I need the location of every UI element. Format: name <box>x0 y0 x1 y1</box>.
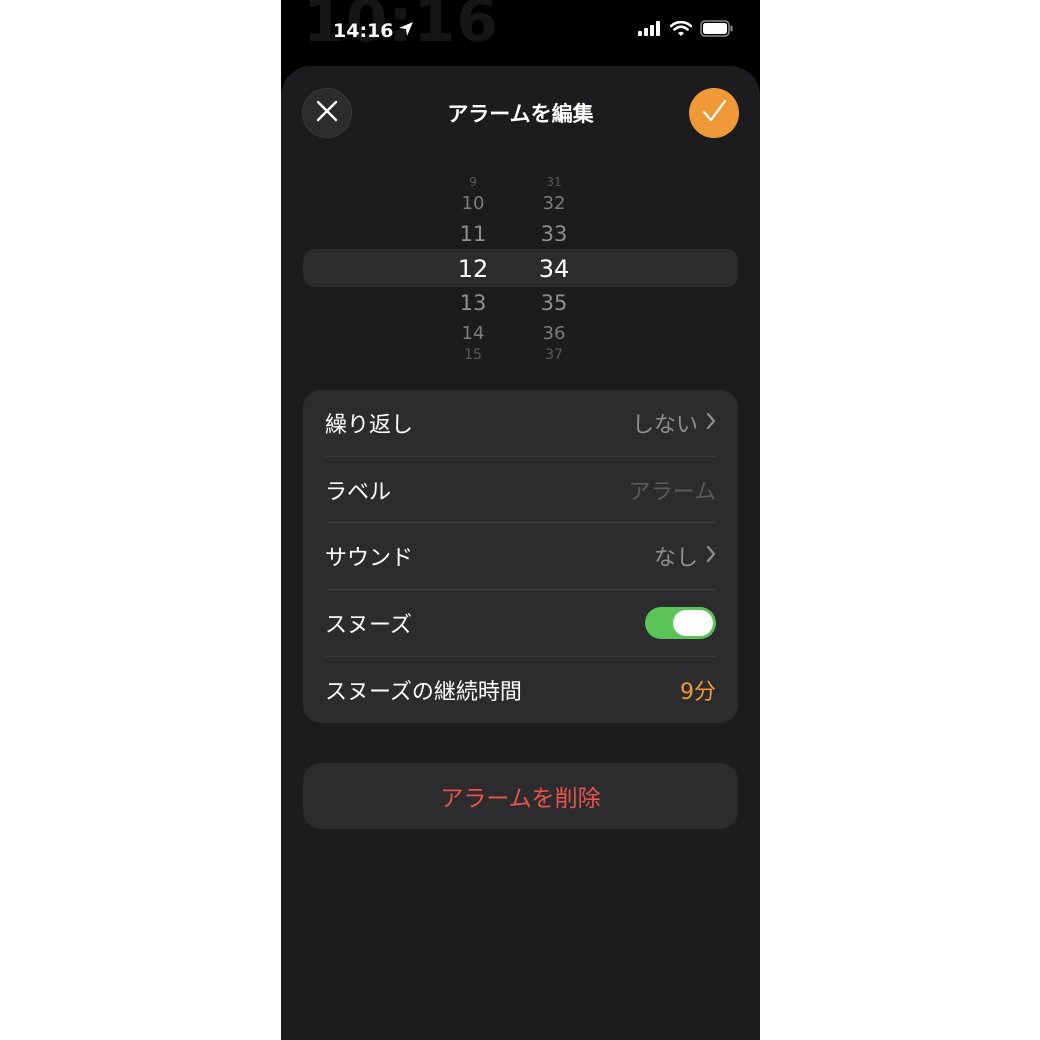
checkmark-icon <box>700 97 728 129</box>
toggle-knob <box>673 610 713 636</box>
label-label: ラベル <box>325 480 392 505</box>
sound-value-container: なし <box>654 540 716 572</box>
hour-option[interactable]: 15 <box>443 348 503 362</box>
minute-option[interactable]: 37 <box>524 348 584 362</box>
sound-value: なし <box>653 546 698 571</box>
alarm-settings-group: 繰り返し しない ラベル アラーム サウンド なし スヌーズ スヌーズの継続時間… <box>303 390 738 723</box>
sound-row[interactable]: サウンド なし <box>303 523 738 589</box>
snooze-duration-label: スヌーズの継続時間 <box>325 680 522 705</box>
snooze-toggle[interactable] <box>645 607 716 639</box>
sound-label: サウンド <box>325 546 414 571</box>
chevron-right-icon <box>706 544 716 569</box>
status-time: 14:16 <box>333 20 414 42</box>
minute-option[interactable]: 33 <box>524 224 584 245</box>
minute-option[interactable]: 31 <box>524 176 584 188</box>
hour-option[interactable]: 9 <box>443 176 503 188</box>
label-field[interactable]: アラーム <box>629 474 716 506</box>
selected-hour[interactable]: 12 <box>443 257 503 281</box>
minute-option[interactable]: 35 <box>524 293 584 314</box>
picker-selection-band <box>303 249 738 287</box>
minute-option[interactable]: 36 <box>524 325 584 343</box>
status-icons <box>638 20 734 41</box>
repeat-value: しない <box>631 413 698 438</box>
snooze-duration-row[interactable]: スヌーズの継続時間 9分 <box>303 657 738 723</box>
wifi-icon <box>669 20 693 41</box>
location-arrow-icon <box>398 20 414 42</box>
hour-option[interactable]: 10 <box>443 195 503 213</box>
chevron-right-icon <box>706 411 716 436</box>
phone-screen: 10:16 14:16 アラームを編集 9 10 11 12 13 14 15 … <box>281 0 760 1040</box>
label-row[interactable]: ラベル アラーム <box>303 457 738 523</box>
hour-option[interactable]: 14 <box>443 325 503 343</box>
snooze-label: スヌーズ <box>325 613 412 638</box>
hour-option[interactable]: 11 <box>443 224 503 245</box>
selected-minute[interactable]: 34 <box>524 257 584 281</box>
status-time-text: 14:16 <box>333 20 394 42</box>
battery-icon <box>700 20 734 41</box>
repeat-row[interactable]: 繰り返し しない <box>303 390 738 456</box>
cellular-signal-icon <box>638 21 662 40</box>
snooze-row: スヌーズ <box>303 590 738 656</box>
repeat-value-container: しない <box>632 407 716 439</box>
snooze-duration-value: 9分 <box>680 680 716 705</box>
repeat-label: 繰り返し <box>325 413 414 438</box>
minute-option[interactable]: 32 <box>524 195 584 213</box>
edit-alarm-sheet: アラームを編集 9 10 11 12 13 14 15 31 32 33 34 … <box>281 66 760 1040</box>
done-button[interactable] <box>689 88 739 138</box>
hour-option[interactable]: 13 <box>443 293 503 314</box>
delete-alarm-button[interactable]: アラームを削除 <box>303 763 738 829</box>
